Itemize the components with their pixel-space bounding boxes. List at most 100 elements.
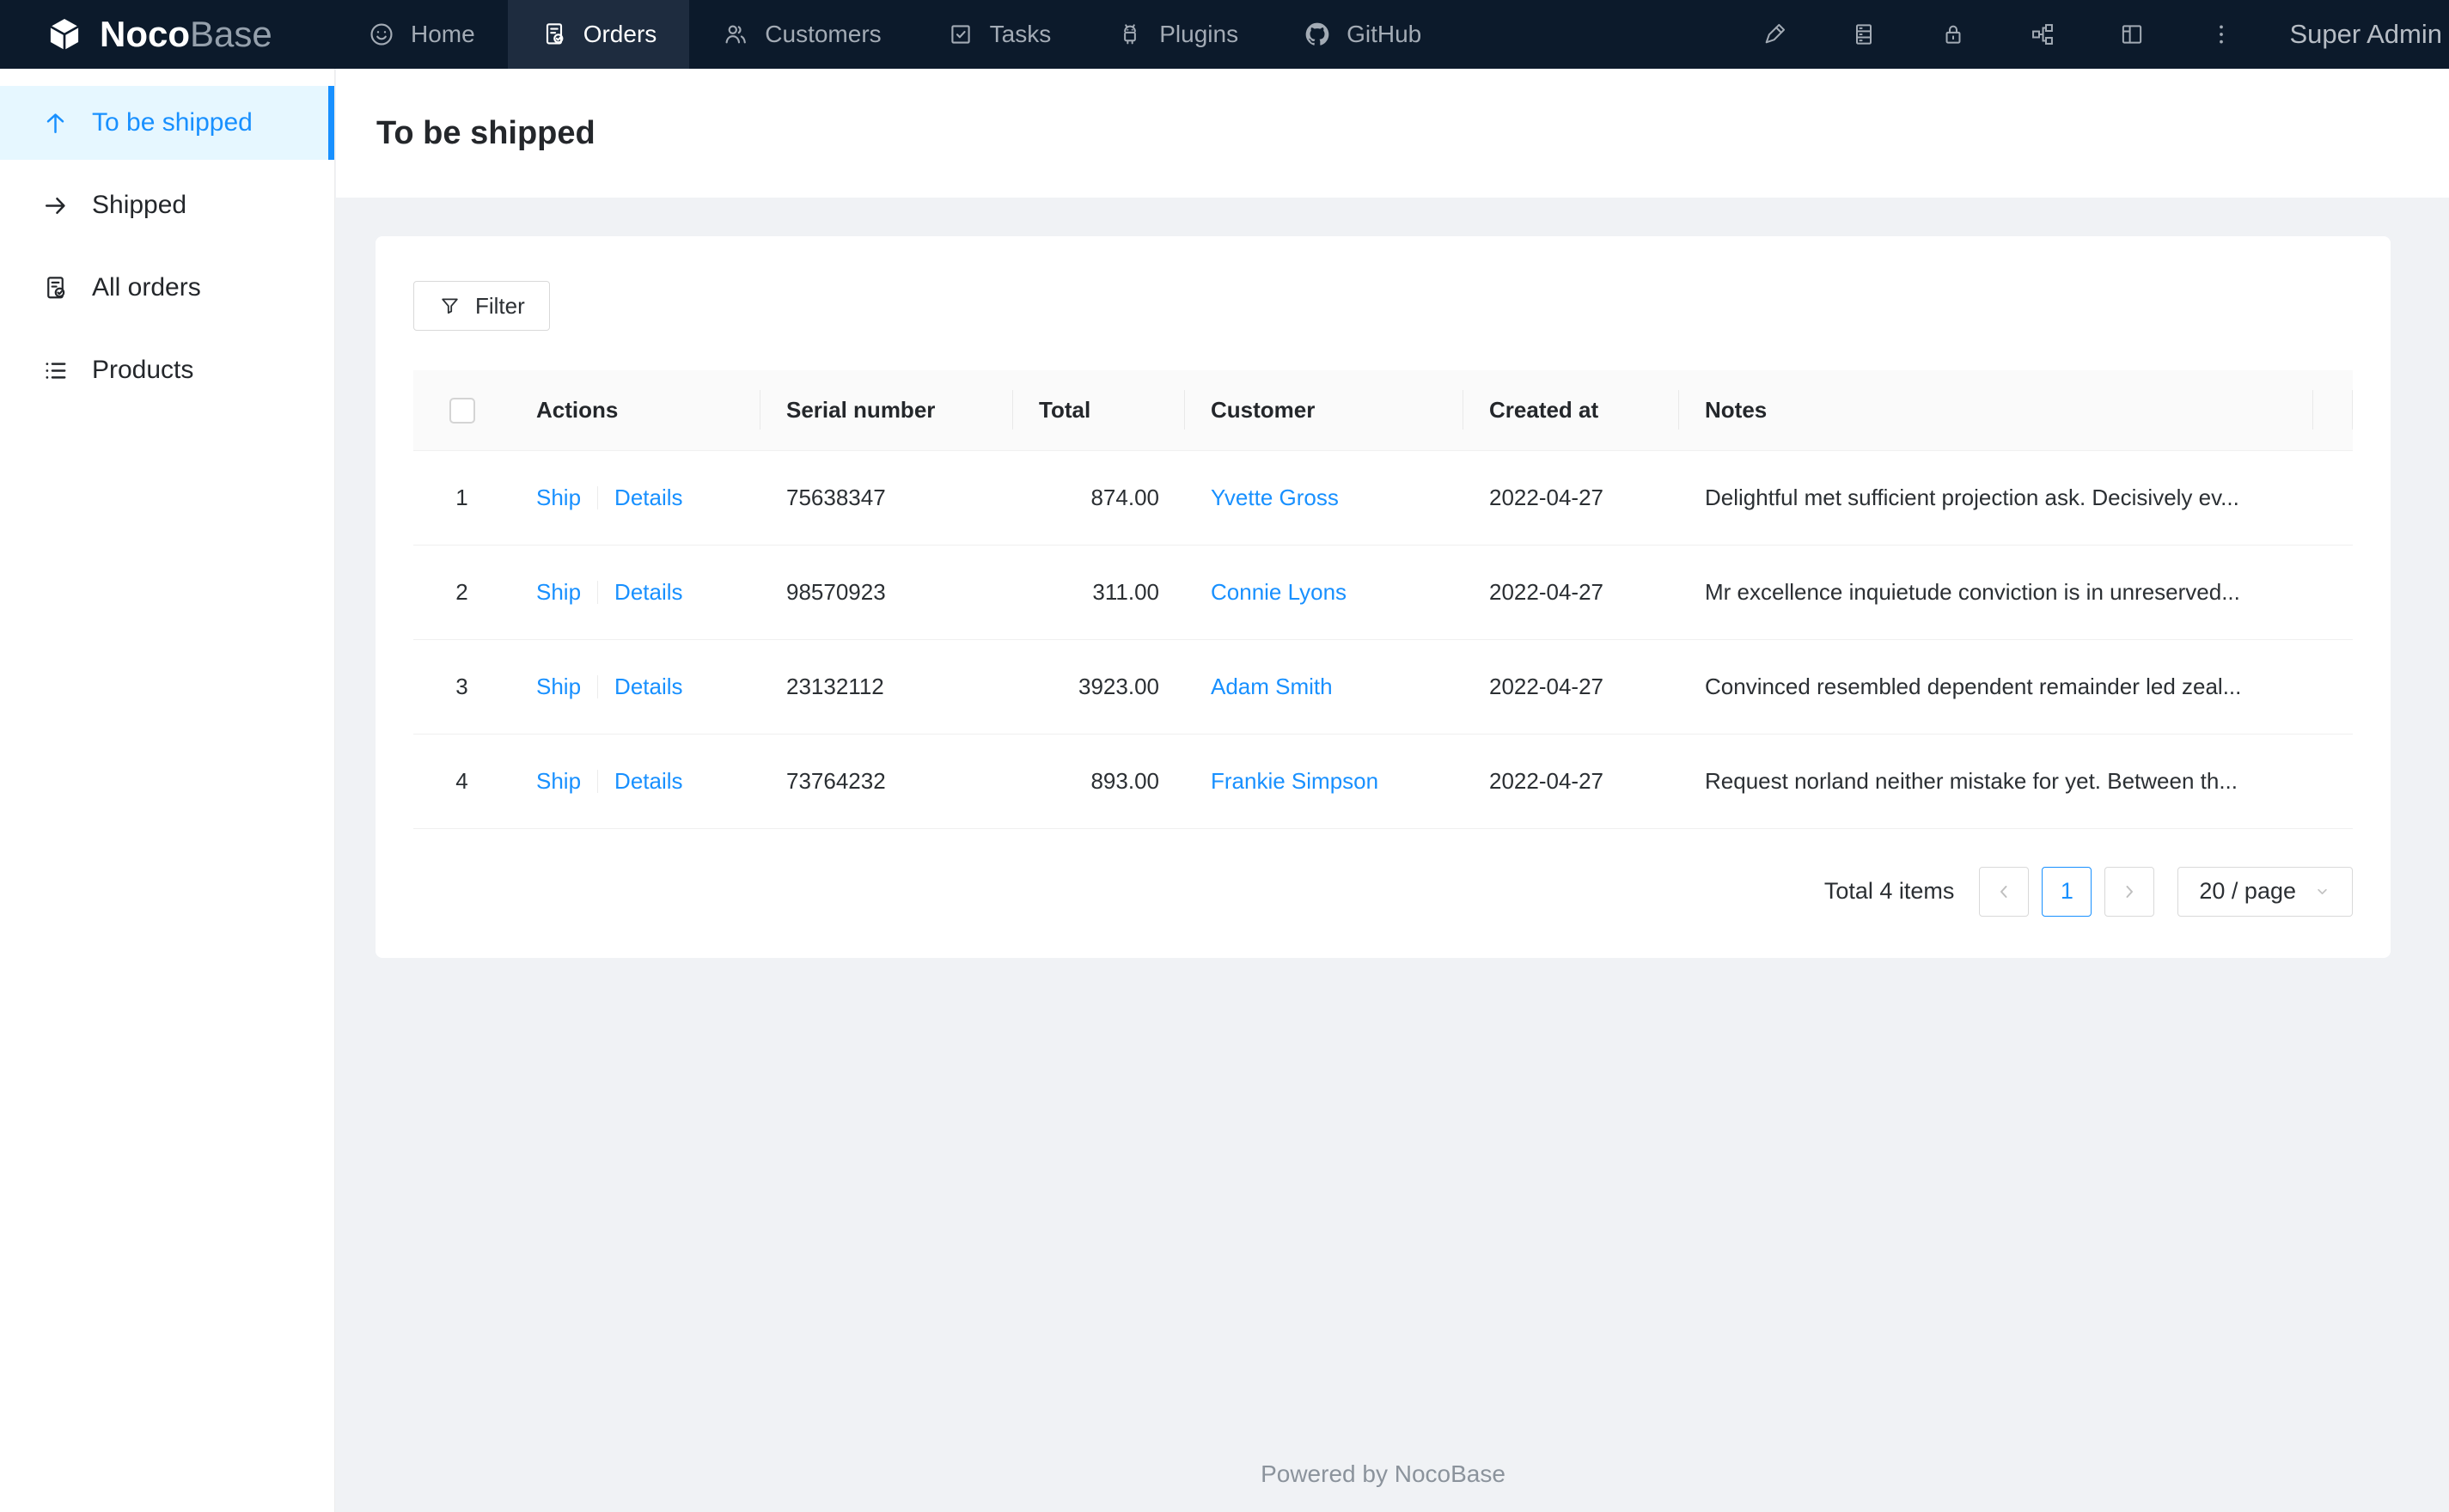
nav-item-customers[interactable]: Customers [689, 0, 913, 69]
action-divider [597, 485, 599, 509]
sidebar-item-label: All orders [92, 273, 201, 302]
nav-item-label: Home [411, 21, 475, 47]
created-at-cell: 2022-04-27 [1463, 639, 1679, 735]
document-check-icon [41, 274, 70, 302]
nav-item-label: Plugins [1159, 21, 1239, 47]
details-link[interactable]: Details [614, 485, 682, 510]
main-area: To be shipped Filter Actions Serial numb… [336, 0, 2449, 1512]
more-vertical-icon[interactable] [2177, 0, 2266, 69]
sidebar-item-products[interactable]: Products [0, 333, 334, 407]
footer: Powered by NocoBase [1261, 1460, 1505, 1487]
column-header-serial-number: Serial number [760, 370, 1013, 451]
api-graph-icon[interactable] [1998, 0, 2087, 69]
nav-item-home[interactable]: Home [335, 0, 508, 69]
ship-link[interactable]: Ship [536, 674, 581, 699]
row-actions: Ship Details [510, 639, 760, 735]
orders-table-wrap: Actions Serial number Total Customer Cre… [413, 370, 2353, 829]
orders-card: Filter Actions Serial number Total Custo… [376, 236, 2391, 958]
nav-item-label: Tasks [989, 21, 1052, 47]
nav-item-github[interactable]: GitHub [1271, 0, 1454, 69]
nav-item-plugins[interactable]: Plugins [1084, 0, 1271, 69]
table-row: 3 Ship Details 23132112 3923.00 Adam Smit… [413, 639, 2353, 735]
column-header-spacer [2313, 370, 2353, 451]
pagination: Total 4 items 1 20 / page [413, 866, 2353, 917]
column-header-customer: Customer [1185, 370, 1463, 451]
arrow-up-icon [41, 109, 70, 137]
details-link[interactable]: Details [614, 674, 682, 699]
checkbox-check-icon [947, 21, 974, 48]
ship-link[interactable]: Ship [536, 579, 581, 605]
spacer-cell [2313, 450, 2353, 546]
created-at-cell: 2022-04-27 [1463, 734, 1679, 829]
people-icon [722, 21, 749, 48]
spacer-cell [2313, 734, 2353, 829]
details-link[interactable]: Details [614, 768, 682, 794]
customer-link[interactable]: Connie Lyons [1211, 579, 1347, 605]
nav-item-tasks[interactable]: Tasks [914, 0, 1084, 69]
list-icon [41, 357, 70, 385]
sidebar-item-all-orders[interactable]: All orders [0, 251, 334, 325]
select-all-checkbox[interactable] [449, 398, 475, 424]
pagination-page-1[interactable]: 1 [2042, 866, 2092, 917]
customer-link[interactable]: Frankie Simpson [1211, 768, 1378, 794]
table-row: 2 Ship Details 98570923 311.00 Connie Lyo… [413, 545, 2353, 640]
sidebar-item-label: Products [92, 356, 194, 384]
nav-item-orders[interactable]: Orders [507, 0, 690, 69]
arrow-right-icon [41, 192, 70, 220]
sidebar-item-label: To be shipped [92, 108, 253, 137]
robot-icon [1116, 21, 1144, 48]
page-size-value: 20 / page [2199, 878, 2296, 904]
smiley-icon [368, 21, 395, 48]
customer-link[interactable]: Adam Smith [1211, 674, 1333, 699]
customer-cell: Connie Lyons [1185, 545, 1463, 640]
filter-button-label: Filter [475, 292, 525, 319]
layout-icon[interactable] [2087, 0, 2177, 69]
nav-item-label: Customers [765, 21, 882, 47]
notes-cell: Delightful met sufficient projection ask… [1679, 450, 2313, 546]
spacer-cell [2313, 639, 2353, 735]
spacer-cell [2313, 545, 2353, 640]
total-cell: 893.00 [1013, 734, 1185, 829]
user-menu[interactable]: Super Admin [2266, 19, 2449, 50]
row-actions: Ship Details [510, 450, 760, 546]
filter-button[interactable]: Filter [413, 281, 550, 331]
chevron-down-icon [2318, 888, 2327, 894]
database-icon[interactable] [1819, 0, 1909, 69]
customer-cell: Adam Smith [1185, 639, 1463, 735]
chevron-left-icon [2000, 885, 2007, 898]
top-navbar: NocoBase Home Orders Customers Tasks Plu… [0, 0, 2449, 69]
customer-cell: Yvette Gross [1185, 450, 1463, 546]
lock-icon[interactable] [1909, 0, 1998, 69]
select-all-cell [413, 370, 510, 451]
content-area: Filter Actions Serial number Total Custo… [336, 198, 2449, 1512]
column-header-total: Total [1013, 370, 1185, 451]
notes-cell: Convinced resembled dependent remainder … [1679, 639, 2313, 735]
nocobase-logo-icon [45, 15, 84, 54]
customer-cell: Frankie Simpson [1185, 734, 1463, 829]
pagination-next-button[interactable] [2104, 866, 2155, 917]
highlighter-icon[interactable] [1730, 0, 1819, 69]
sidebar-item-to-be-shipped[interactable]: To be shipped [0, 86, 334, 160]
sidebar-item-shipped[interactable]: Shipped [0, 168, 334, 242]
ship-link[interactable]: Ship [536, 485, 581, 510]
customer-link[interactable]: Yvette Gross [1211, 485, 1339, 510]
document-check-icon [540, 21, 568, 48]
serial-number-cell: 98570923 [760, 545, 1013, 640]
table-header-row: Actions Serial number Total Customer Cre… [413, 370, 2353, 451]
row-actions: Ship Details [510, 734, 760, 829]
filter-funnel-icon [438, 295, 461, 318]
ship-link[interactable]: Ship [536, 768, 581, 794]
row-index: 4 [413, 734, 510, 829]
serial-number-cell: 23132112 [760, 639, 1013, 735]
main-nav: Home Orders Customers Tasks Plugins GitH… [335, 0, 1454, 69]
details-link[interactable]: Details [614, 579, 682, 605]
nocobase-logo[interactable]: NocoBase [0, 0, 335, 69]
sidebar-item-label: Shipped [92, 191, 187, 219]
page-size-select[interactable]: 20 / page [2177, 866, 2353, 917]
page-header: To be shipped [336, 69, 2449, 198]
column-header-notes: Notes [1679, 370, 2313, 451]
pagination-total: Total 4 items [1823, 878, 1955, 904]
pagination-prev-button[interactable] [1979, 866, 2030, 917]
action-divider [597, 674, 599, 698]
logo-text: NocoBase [100, 16, 272, 52]
